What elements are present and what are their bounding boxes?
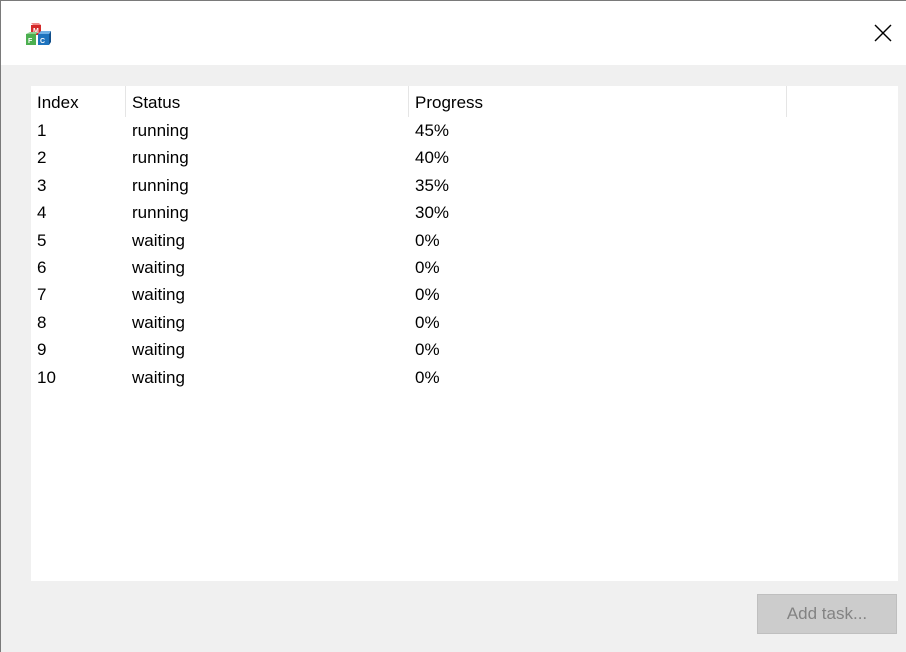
row-index: 10 [37, 367, 56, 387]
column-header-progress[interactable]: Progress [409, 86, 787, 117]
list-item[interactable]: 3 running 35% [31, 172, 898, 199]
list-item[interactable]: 6 waiting 0% [31, 254, 898, 281]
row-index: 8 [37, 312, 47, 332]
row-index: 3 [37, 175, 47, 195]
row-status: running [132, 175, 189, 195]
row-progress: 40% [415, 148, 450, 168]
svg-text:C: C [40, 38, 45, 45]
row-index: 6 [37, 257, 47, 277]
row-progress: 0% [415, 312, 440, 332]
dialog-window: M F C Index Status Progress 1 running 45… [0, 0, 906, 652]
row-status: waiting [132, 312, 185, 332]
list-item[interactable]: 4 running 30% [31, 199, 898, 226]
list-item[interactable]: 10 waiting 0% [31, 364, 898, 391]
list-item[interactable]: 8 waiting 0% [31, 309, 898, 336]
row-progress: 0% [415, 257, 440, 277]
row-status: running [132, 203, 189, 223]
app-icon: M F C [25, 21, 53, 49]
row-status: waiting [132, 340, 185, 360]
row-index: 5 [37, 230, 47, 250]
row-index: 4 [37, 203, 47, 223]
svg-text:F: F [28, 38, 33, 45]
list-item[interactable]: 9 waiting 0% [31, 336, 898, 363]
row-index: 9 [37, 340, 47, 360]
row-progress: 30% [415, 203, 450, 223]
row-status: waiting [132, 367, 185, 387]
row-progress: 35% [415, 175, 450, 195]
row-status: running [132, 121, 189, 140]
row-status: running [132, 148, 189, 168]
row-index: 2 [37, 148, 47, 168]
list-item[interactable]: 5 waiting 0% [31, 227, 898, 254]
column-header-filler [787, 86, 898, 117]
add-task-button[interactable]: Add task... [757, 594, 897, 634]
column-header-status[interactable]: Status [126, 86, 409, 117]
row-status: waiting [132, 285, 185, 305]
row-status: waiting [132, 257, 185, 277]
row-index: 1 [37, 121, 47, 140]
row-progress: 0% [415, 285, 440, 305]
task-list[interactable]: Index Status Progress 1 running 45% 2 runnin… [31, 86, 898, 581]
list-item[interactable]: 2 running 40% [31, 144, 898, 171]
list-header: Index Status Progress [31, 86, 898, 117]
row-progress: 0% [415, 340, 440, 360]
row-status: waiting [132, 230, 185, 250]
row-progress: 0% [415, 230, 440, 250]
title-bar[interactable]: M F C [1, 1, 906, 65]
row-progress: 0% [415, 367, 440, 387]
list-item[interactable]: 1 running 45% [31, 117, 898, 144]
list-rows: 1 running 45% 2 running 40% 3 running 35% 4 runnin… [31, 117, 898, 391]
close-icon [874, 24, 892, 42]
row-progress: 45% [415, 121, 450, 140]
close-button[interactable] [860, 1, 906, 65]
row-index: 7 [37, 285, 47, 305]
column-header-index[interactable]: Index [31, 86, 126, 117]
list-item[interactable]: 7 waiting 0% [31, 281, 898, 308]
